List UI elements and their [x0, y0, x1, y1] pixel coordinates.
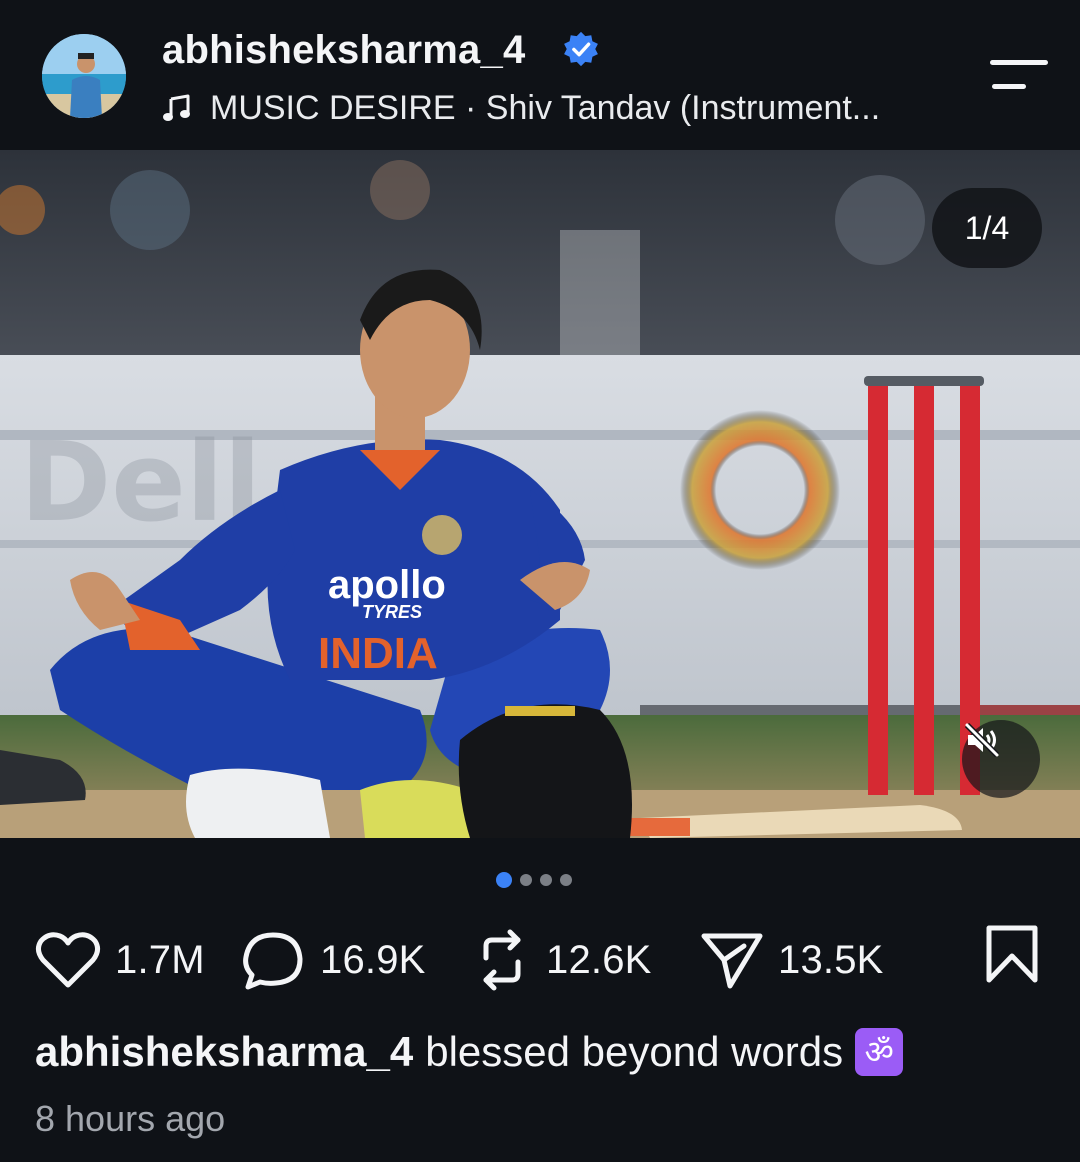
- like-button[interactable]: 1.7M: [35, 922, 205, 998]
- svg-text:apollo: apollo: [328, 563, 446, 607]
- post-timestamp: 8 hours ago: [35, 1098, 226, 1139]
- post-photo[interactable]: Dell apollo TYRES INDIA 1/4: [0, 150, 1080, 838]
- heart-icon: [35, 932, 101, 988]
- carousel-dot-3[interactable]: [540, 874, 552, 886]
- music-track-label: MUSIC DESIRE · Shiv Tandav (Instrument..…: [210, 88, 881, 127]
- share-count: 13.5K: [778, 937, 884, 982]
- carousel-dot-1[interactable]: [496, 872, 512, 888]
- comment-count: 16.9K: [320, 937, 426, 982]
- menu-icon[interactable]: [988, 58, 1048, 92]
- post-caption: abhisheksharma_4 blessed beyond words ॐ: [35, 1024, 904, 1080]
- post-header: abhisheksharma_4 MUSIC DESIRE · Shiv Tan…: [0, 0, 1080, 150]
- music-attribution[interactable]: MUSIC DESIRE · Shiv Tandav (Instrument..…: [162, 86, 880, 130]
- carousel-dots[interactable]: [496, 872, 572, 888]
- music-note-icon: [163, 94, 190, 121]
- username[interactable]: abhisheksharma_4: [162, 26, 525, 74]
- share-button[interactable]: 13.5K: [700, 922, 884, 998]
- mute-toggle[interactable]: [962, 720, 1040, 798]
- comment-button[interactable]: 16.9K: [240, 922, 426, 998]
- send-icon: [701, 933, 763, 989]
- repost-button[interactable]: 12.6K: [472, 922, 652, 998]
- carousel-dot-4[interactable]: [560, 874, 572, 886]
- bookmark-icon[interactable]: [984, 924, 1040, 984]
- speaker-muted-icon: [964, 722, 1000, 758]
- svg-text:TYRES: TYRES: [362, 602, 422, 622]
- verified-badge-icon: [564, 31, 598, 67]
- repost-icon: [483, 929, 521, 991]
- comment-bubble-icon: [243, 932, 303, 990]
- caption-text: blessed beyond words: [425, 1028, 844, 1075]
- media-counter: 1/4: [932, 188, 1042, 268]
- profile-avatar[interactable]: [42, 34, 126, 118]
- like-count: 1.7M: [115, 937, 205, 982]
- repost-count: 12.6K: [546, 937, 652, 982]
- om-emoji: ॐ: [855, 1028, 904, 1076]
- carousel-dot-2[interactable]: [520, 874, 532, 886]
- action-bar: 1.7M 16.9K 12.6K 13.5K: [0, 922, 1080, 998]
- caption-username[interactable]: abhisheksharma_4: [35, 1024, 413, 1080]
- svg-text:INDIA: INDIA: [318, 629, 438, 678]
